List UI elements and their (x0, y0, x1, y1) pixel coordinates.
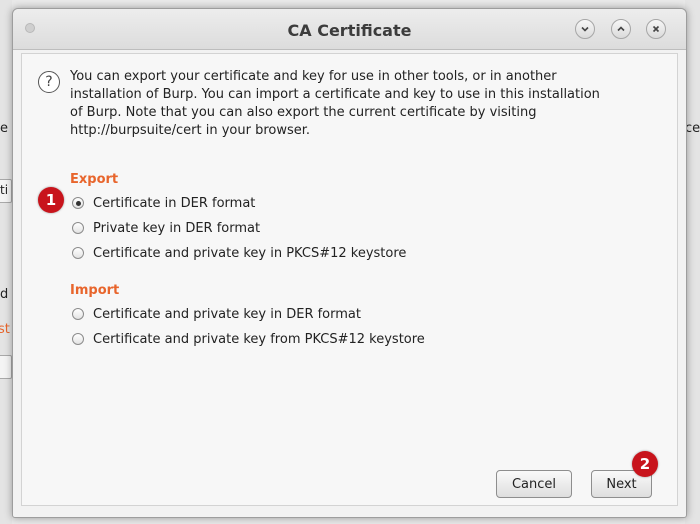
background-app-left (0, 0, 12, 524)
cancel-button[interactable]: Cancel (496, 470, 572, 498)
minimize-button[interactable] (575, 19, 595, 39)
export-section-title: Export (70, 172, 119, 187)
ca-certificate-dialog: CA Certificate ? You can export your cer… (12, 8, 687, 518)
background-field (0, 355, 12, 379)
radio-export-cert-der[interactable]: Certificate in DER format (72, 193, 255, 213)
radio-button[interactable] (72, 247, 84, 259)
maximize-button[interactable] (611, 19, 631, 39)
close-icon (652, 25, 660, 33)
radio-export-pkcs12[interactable]: Certificate and private key in PKCS#12 k… (72, 243, 406, 263)
radio-button[interactable] (72, 308, 84, 320)
radio-button[interactable] (72, 333, 84, 345)
chevron-up-icon (617, 26, 625, 32)
radio-label: Certificate in DER format (93, 195, 256, 211)
annotation-badge-2: 2 (632, 451, 658, 477)
chevron-down-icon (581, 26, 589, 32)
close-button[interactable] (646, 19, 666, 39)
radio-label: Certificate and private key in DER forma… (93, 306, 361, 322)
background-text: d (0, 287, 9, 302)
radio-import-der[interactable]: Certificate and private key in DER forma… (72, 304, 361, 324)
radio-button[interactable] (72, 222, 84, 234)
title-bar[interactable]: CA Certificate (13, 9, 686, 50)
background-text: st (0, 322, 10, 337)
info-text: You can export your certificate and key … (70, 69, 600, 138)
question-icon: ? (38, 71, 60, 93)
radio-import-pkcs12[interactable]: Certificate and private key from PKCS#12… (72, 329, 425, 349)
radio-button[interactable] (72, 197, 84, 209)
import-section-title: Import (70, 283, 120, 298)
radio-label: Certificate and private key from PKCS#12… (93, 331, 425, 347)
annotation-badge-1: 1 (38, 187, 64, 213)
background-app-right (685, 0, 700, 524)
background-text: ti (0, 183, 9, 197)
radio-label: Private key in DER format (93, 220, 261, 236)
background-text: ce (685, 121, 700, 136)
radio-export-key-der[interactable]: Private key in DER format (72, 218, 260, 238)
radio-label: Certificate and private key in PKCS#12 k… (93, 245, 407, 261)
dialog-content: ? You can export your certificate and ke… (21, 53, 678, 506)
background-text: e (0, 121, 8, 136)
